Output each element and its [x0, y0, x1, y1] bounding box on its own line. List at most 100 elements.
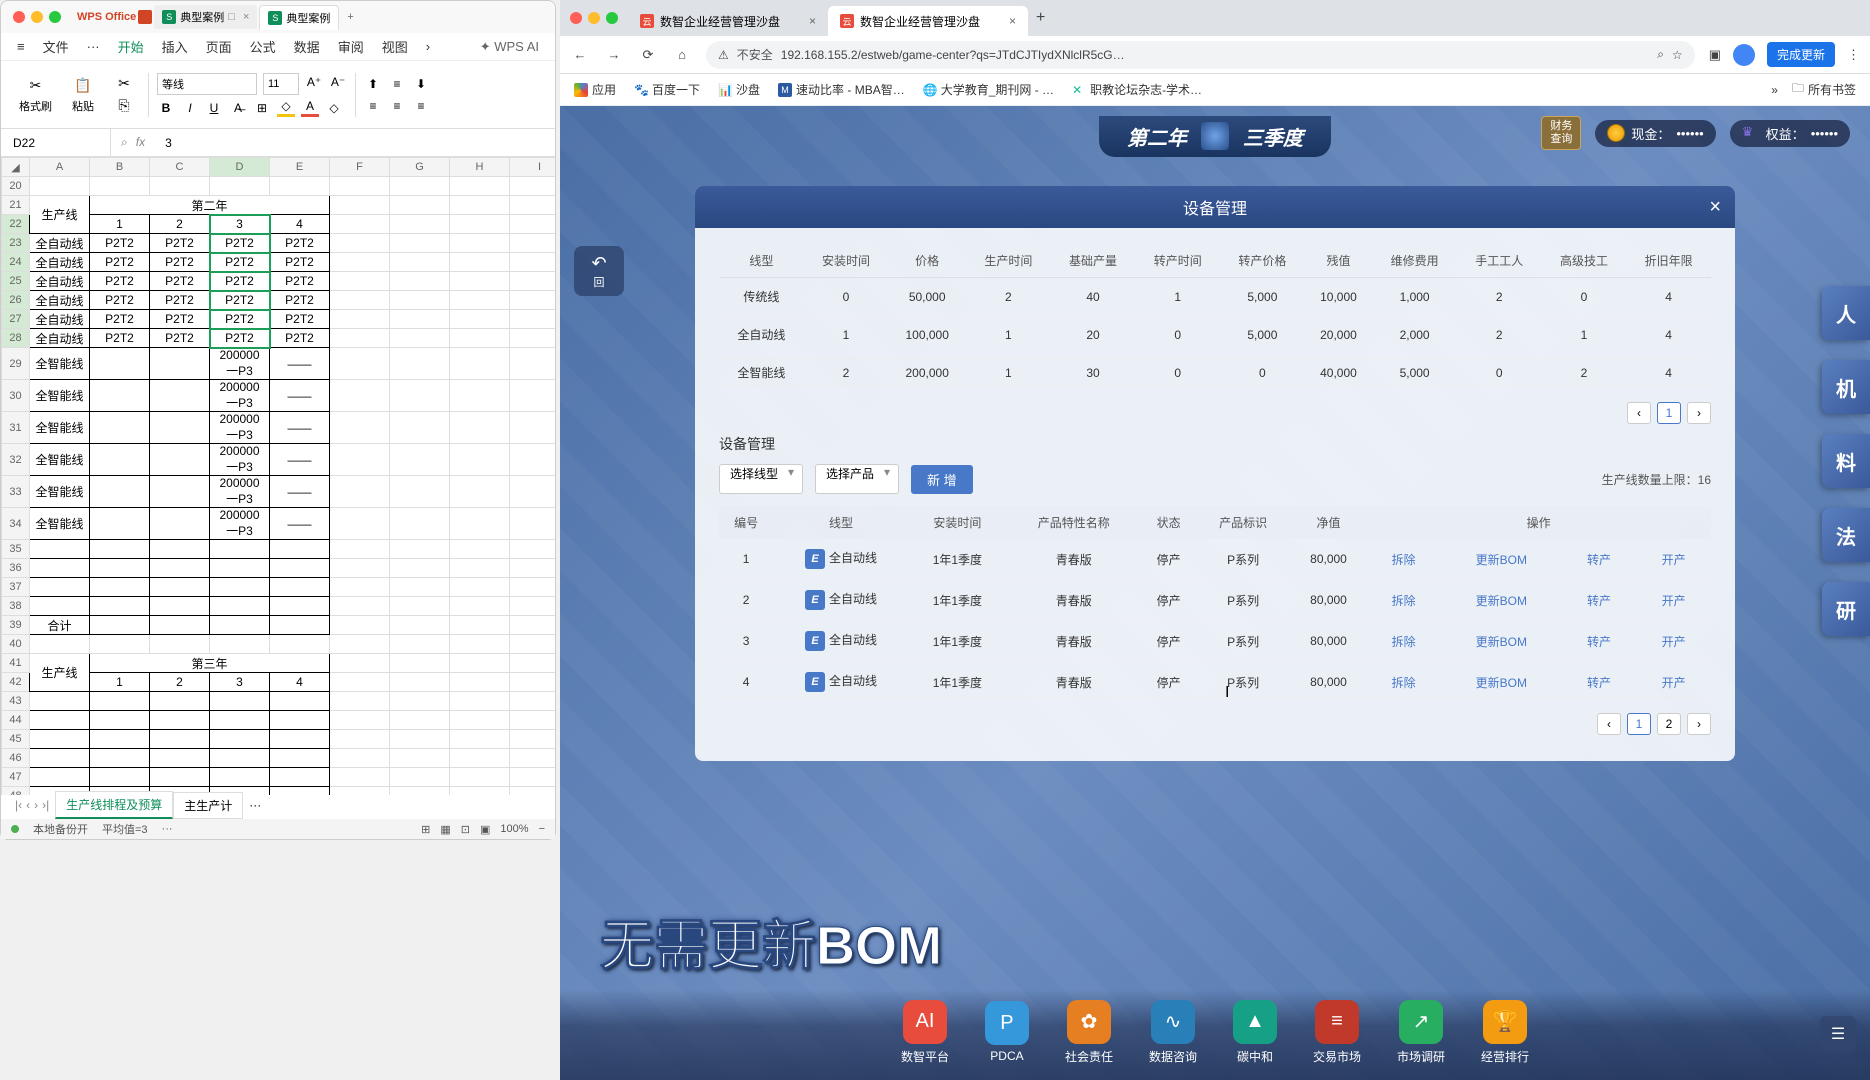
col-header[interactable]: D — [210, 158, 270, 177]
apps-button[interactable]: 应用 — [574, 81, 616, 98]
col-header[interactable]: C — [150, 158, 210, 177]
row-header[interactable]: 44 — [2, 711, 30, 730]
row-header[interactable]: 46 — [2, 749, 30, 768]
product-select[interactable]: 选择产品 — [815, 464, 899, 494]
cell[interactable]: 1 — [90, 215, 150, 234]
zoom-out-icon[interactable]: − — [539, 823, 545, 835]
wps-doc-tab-1[interactable]: S 典型案例 — [259, 5, 339, 30]
wps-ai-button[interactable]: ✦ WPS AI — [480, 39, 539, 55]
wps-doc-tab-0[interactable]: S 典型案例 □ × — [154, 5, 257, 29]
reload-icon[interactable]: ⟳ — [638, 47, 658, 63]
chrome-tab-1[interactable]: 云 数智企业经营管理沙盘 × — [828, 6, 1028, 36]
row-header[interactable]: 45 — [2, 730, 30, 749]
start-link[interactable]: 开产 — [1656, 676, 1692, 690]
minimize-icon[interactable] — [588, 12, 600, 24]
back-icon[interactable]: ← — [570, 47, 590, 62]
pin-icon[interactable]: □ — [228, 11, 235, 23]
nav-item-ranking[interactable]: 🏆经营排行 — [1481, 1000, 1529, 1065]
minimize-icon[interactable] — [31, 11, 43, 23]
chrome-tab-0[interactable]: 云 数智企业经营管理沙盘 × — [628, 6, 828, 36]
underline-icon[interactable]: U — [205, 99, 223, 117]
convert-link[interactable]: 转产 — [1581, 553, 1617, 567]
sheet-tab-1[interactable]: 主生产计 — [173, 792, 243, 819]
row-header[interactable]: 26 — [2, 291, 30, 310]
col-header[interactable]: A — [30, 158, 90, 177]
next-sheet-icon[interactable]: › — [34, 798, 38, 812]
nav-item-market[interactable]: ≡交易市场 — [1313, 1000, 1361, 1065]
cell[interactable]: 第二年 — [90, 196, 330, 215]
remove-link[interactable]: 拆除 — [1386, 635, 1422, 649]
close-icon[interactable]: × — [1009, 14, 1016, 28]
row-header[interactable]: 33 — [2, 476, 30, 508]
update-button[interactable]: 完成更新 — [1767, 42, 1835, 67]
row-header[interactable]: 42 — [2, 673, 30, 692]
view-page-icon[interactable]: ▦ — [440, 823, 450, 836]
row-header[interactable]: 40 — [2, 635, 30, 654]
row-header[interactable]: 34 — [2, 508, 30, 540]
start-link[interactable]: 开产 — [1656, 594, 1692, 608]
row-header[interactable]: 28 — [2, 329, 30, 348]
side-tab-material[interactable]: 料 — [1822, 434, 1870, 488]
clear-format-icon[interactable]: ◇ — [325, 99, 343, 117]
align-left-icon[interactable]: ≡ — [364, 97, 382, 115]
update-bom-link[interactable]: 更新BOM — [1470, 553, 1533, 567]
page-button[interactable]: 1 — [1627, 713, 1651, 735]
nav-item-carbon[interactable]: ▲碳中和 — [1233, 1000, 1277, 1065]
close-icon[interactable] — [13, 11, 25, 23]
star-icon[interactable]: ☆ — [1672, 48, 1683, 62]
nav-item-pdca[interactable]: PPDCA — [985, 1001, 1029, 1063]
convert-link[interactable]: 转产 — [1581, 676, 1617, 690]
font-select[interactable] — [157, 73, 257, 95]
add-button[interactable]: 新 增 — [911, 465, 973, 494]
status-more[interactable]: ··· — [162, 823, 173, 835]
view-break-icon[interactable]: ⊡ — [461, 823, 470, 836]
bookmark-item[interactable]: 📊沙盘 — [718, 81, 760, 98]
chevron-right-icon[interactable]: › — [426, 39, 430, 54]
zoom-value[interactable]: 100% — [500, 823, 528, 835]
search-icon[interactable]: ⌕ — [121, 135, 128, 150]
col-header[interactable]: I — [510, 158, 556, 177]
page-button[interactable]: 1 — [1657, 402, 1681, 424]
format-painter[interactable]: ✂ 格式刷 — [13, 76, 58, 114]
menu-tab-formula[interactable]: 公式 — [250, 37, 276, 56]
menu-tab-insert[interactable]: 插入 — [162, 37, 188, 56]
nav-item-ai[interactable]: AI数智平台 — [901, 1000, 949, 1065]
menu-tab-view[interactable]: 视图 — [382, 37, 408, 56]
maximize-icon[interactable] — [606, 12, 618, 24]
row-header[interactable]: 29 — [2, 348, 30, 380]
col-header[interactable]: G — [390, 158, 450, 177]
start-link[interactable]: 开产 — [1656, 635, 1692, 649]
font-grow-icon[interactable]: A⁺ — [305, 73, 323, 91]
side-tab-machine[interactable]: 机 — [1822, 360, 1870, 414]
row-header[interactable]: 25 — [2, 272, 30, 291]
nav-menu-button[interactable]: ☰ — [1820, 1016, 1856, 1052]
address-bar[interactable]: ⚠ 不安全 192.168.155.2/estweb/game-center?q… — [706, 41, 1695, 69]
select-all-corner[interactable]: ◢ — [2, 158, 30, 177]
italic-icon[interactable]: I — [181, 99, 199, 117]
panel-icon[interactable]: ▣ — [1709, 47, 1721, 63]
cell[interactable]: 生产线 — [30, 196, 90, 234]
update-bom-link[interactable]: 更新BOM — [1470, 635, 1533, 649]
bookmarks-overflow-icon[interactable]: » — [1771, 83, 1778, 97]
menu-tab-page[interactable]: 页面 — [206, 37, 232, 56]
row-header[interactable]: 41 — [2, 654, 30, 673]
align-top-icon[interactable]: ⬆ — [364, 75, 382, 93]
font-shrink-icon[interactable]: A⁻ — [329, 73, 347, 91]
fx-icon[interactable]: fx — [136, 135, 145, 150]
prev-page-button[interactable]: ‹ — [1627, 402, 1651, 424]
side-tab-method[interactable]: 法 — [1822, 508, 1870, 562]
border-icon[interactable]: ⊞ — [253, 99, 271, 117]
row-header[interactable]: 23 — [2, 234, 30, 253]
strike-icon[interactable]: A̶ — [229, 99, 247, 117]
paste-button[interactable]: 📋 粘贴 — [66, 76, 100, 114]
bookmark-item[interactable]: ✕职教论坛杂志-学术… — [1072, 81, 1202, 98]
nav-item-csr[interactable]: ✿社会责任 — [1065, 1000, 1113, 1065]
copy-icon[interactable]: ⎘ — [114, 96, 134, 116]
start-link[interactable]: 开产 — [1656, 553, 1692, 567]
prev-sheet-icon[interactable]: ‹ — [26, 798, 30, 812]
row-header[interactable]: 27 — [2, 310, 30, 329]
row-header[interactable]: 37 — [2, 578, 30, 597]
align-right-icon[interactable]: ≡ — [412, 97, 430, 115]
remove-link[interactable]: 拆除 — [1386, 676, 1422, 690]
col-header[interactable]: H — [450, 158, 510, 177]
